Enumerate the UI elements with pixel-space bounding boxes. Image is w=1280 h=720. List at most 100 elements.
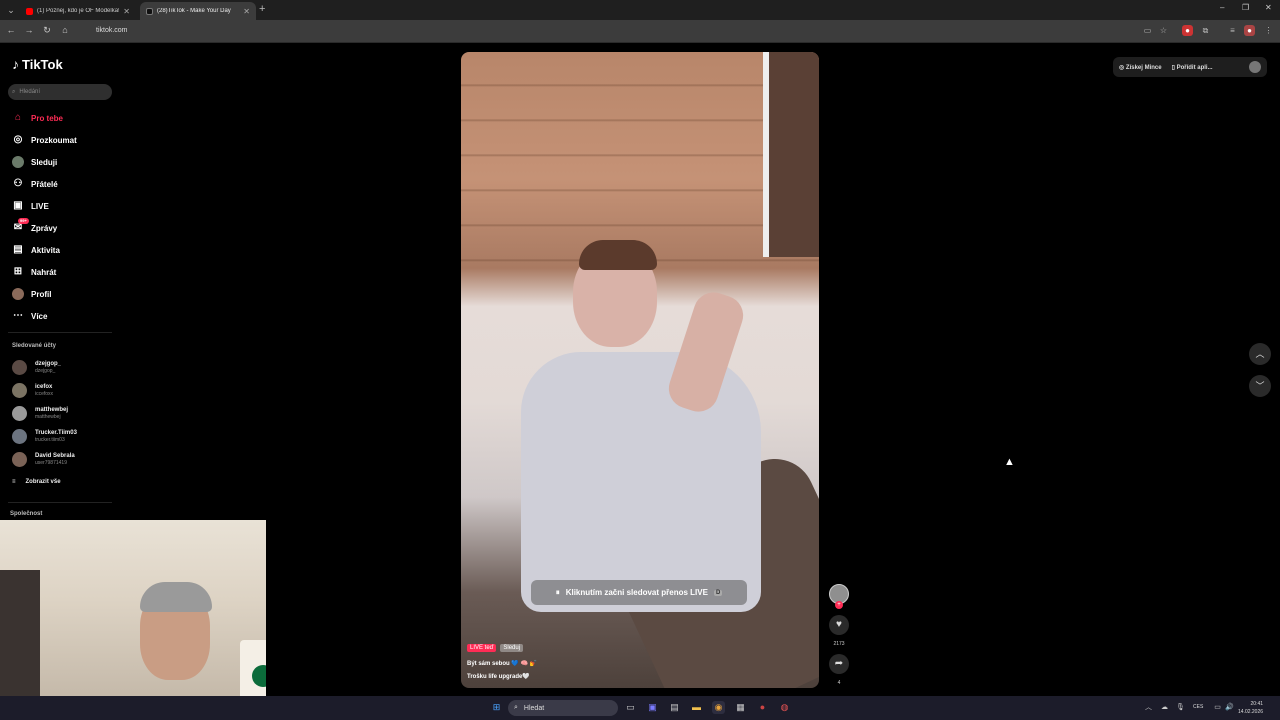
next-video-chevron-down-icon[interactable]: ﹀ xyxy=(1249,375,1271,397)
tab-title: (1) Poznej, kdo je OF Modelka! xyxy=(37,8,120,14)
watch-live-button[interactable]: ⏸ Kliknutím začni sledovat přenos LIVE D xyxy=(531,580,747,605)
tab-search-menu-icon[interactable]: ⌄ xyxy=(4,3,18,17)
like-heart-icon[interactable]: ♥ xyxy=(829,615,849,635)
restore-icon[interactable]: ❐ xyxy=(1242,3,1249,12)
nav-item-live[interactable]: ▣ LIVE xyxy=(12,199,49,213)
close-window-icon[interactable]: ✕ xyxy=(1265,3,1272,12)
clock-date: 14.02.2026 xyxy=(1238,709,1264,715)
show-all-label: Zobrazit vše xyxy=(25,479,61,485)
nav-label: Pro tebe xyxy=(31,113,64,123)
following-avatar-icon xyxy=(12,156,24,168)
nav-label: Nahrát xyxy=(31,267,57,277)
webcam-beanie xyxy=(140,582,212,612)
live-cta-label: Kliknutím začni sledovat přenos LIVE xyxy=(565,588,708,597)
capture-icon[interactable]: ▦ xyxy=(734,701,747,714)
get-app-button[interactable]: ▯ Pořídit apli... xyxy=(1172,64,1213,71)
cast-icon[interactable]: ▭ xyxy=(1142,25,1153,36)
nav-item-zpravy[interactable]: ✉ 99+ Zprávy xyxy=(12,218,57,235)
avatar xyxy=(12,452,27,467)
compass-icon: ◎ xyxy=(13,134,23,145)
user-avatar[interactable] xyxy=(1249,61,1261,73)
tray-chevron-up-icon[interactable]: ︿ xyxy=(1142,701,1155,714)
store-icon[interactable]: ▤ xyxy=(668,701,681,714)
tab-title: (28)TikTok - Make Your Day xyxy=(157,8,231,14)
video-player[interactable]: ⏸ Kliknutím začni sledovat přenos LIVE D… xyxy=(461,52,819,688)
webcam-overlay xyxy=(0,520,266,720)
search-icon: ⌕ xyxy=(12,88,16,95)
nav-item-vice[interactable]: ⋯ Více xyxy=(12,309,47,323)
browser-menu-icon[interactable]: ⋮ xyxy=(1263,25,1274,36)
followed-account[interactable]: Trucker.Tiim03 trucker.tiim03 xyxy=(12,429,77,444)
microphone-icon[interactable]: 🎙 xyxy=(1174,701,1187,714)
reload-icon[interactable]: ↻ xyxy=(41,25,53,36)
new-tab-icon[interactable]: + xyxy=(259,3,265,15)
video-frame-hair xyxy=(579,240,657,270)
follow-badge[interactable]: Sleduj xyxy=(500,644,524,652)
nav-item-pratele[interactable]: ⚇ Přátelé xyxy=(12,177,58,191)
tray-app-icon[interactable]: ☁ xyxy=(1158,701,1171,714)
extensions-puzzle-icon[interactable]: ⧉ xyxy=(1200,25,1211,36)
file-explorer-icon[interactable]: ▬ xyxy=(690,701,703,714)
followed-account[interactable]: David Sebrala user79871419 xyxy=(12,452,75,467)
home-icon[interactable]: ⌂ xyxy=(59,25,71,35)
nav-item-profil[interactable]: Profil xyxy=(12,287,51,301)
minimize-icon[interactable]: – xyxy=(1220,3,1224,12)
close-tab-icon[interactable]: ✕ xyxy=(243,7,250,16)
account-handle: trucker.tiim03 xyxy=(35,437,65,443)
obs-icon[interactable]: ◍ xyxy=(778,701,791,714)
back-icon[interactable]: ← xyxy=(5,25,17,35)
live-now-badge[interactable]: LIVE teď xyxy=(467,644,497,652)
followed-account[interactable]: icefox iccefoxx xyxy=(12,383,53,398)
tiktok-logo[interactable]: ♪ TikTok xyxy=(12,56,63,72)
reading-list-icon[interactable]: ≡ xyxy=(1227,25,1238,36)
messages-badge: 99+ xyxy=(18,218,29,224)
nav-item-nahrat[interactable]: ⊞ Nahrát xyxy=(12,265,57,279)
address-bar[interactable]: tiktok.com xyxy=(84,23,1134,39)
chrome-icon[interactable]: ◉ xyxy=(712,701,725,714)
close-tab-icon[interactable]: ✕ xyxy=(123,7,130,16)
profile-icon[interactable]: ● xyxy=(1244,25,1255,36)
windows-start-icon[interactable]: ⊞ xyxy=(490,701,503,714)
followed-account[interactable]: dzejgop_ dzejgop_ xyxy=(12,360,61,375)
volume-icon[interactable]: 🔊 xyxy=(1223,701,1236,714)
previous-video-chevron-up-icon[interactable]: ︿ xyxy=(1249,343,1271,365)
account-handle: dzejgop_ xyxy=(35,368,56,374)
browser-tab-1[interactable]: (1) Poznej, kdo je OF Modelka! ✕ xyxy=(20,2,136,20)
get-coins-button[interactable]: ◎ Získej Mince xyxy=(1119,64,1162,71)
avatar xyxy=(12,360,27,375)
forward-icon[interactable]: → xyxy=(23,25,35,35)
extension-icon[interactable]: ● xyxy=(1182,25,1193,36)
keyboard-language[interactable]: CES xyxy=(1193,704,1203,710)
search-input[interactable]: ⌕ Hledání xyxy=(8,84,112,100)
video-caption-line2: Trošku life upgrade🤍 xyxy=(467,674,530,680)
avatar xyxy=(12,383,27,398)
get-coins-label: Získej Mince xyxy=(1125,64,1162,71)
browser-tabbar: ⌄ (1) Poznej, kdo je OF Modelka! ✕ (28)T… xyxy=(0,0,1280,20)
followed-account[interactable]: matthewbej matthewbej xyxy=(12,406,68,421)
youtube-favicon-icon xyxy=(26,7,33,15)
like-count: 2173 xyxy=(833,641,845,647)
account-name: Trucker.Tiim03 xyxy=(35,430,77,436)
nav-label: Profil xyxy=(31,289,52,299)
taskbar-search[interactable]: ⌕ Hledat xyxy=(508,700,618,716)
pause-icon: ⏸ xyxy=(555,587,560,597)
taskbar-clock[interactable]: 20:41 14.02.2026 xyxy=(1238,700,1263,716)
nav-item-pro-tebe[interactable]: ⌂ Pro tebe xyxy=(12,111,63,125)
bookmark-star-icon[interactable]: ☆ xyxy=(1158,25,1169,36)
nav-label: Aktivita xyxy=(31,245,60,255)
video-caption-line1: Být sám sebou 💙 🧠 💅 xyxy=(467,661,538,667)
windows-taskbar: ⊞ ⌕ Hledat ▭ ▣ ▤ ▬ ◉ ▦ ● ◍ ︿ ☁ 🎙 CES ▭ 🔊… xyxy=(0,696,1280,720)
share-arrow-icon[interactable]: ➦ xyxy=(829,654,849,674)
show-all-button[interactable]: ≡ Zobrazit vše xyxy=(12,479,61,485)
nav-item-sleduji[interactable]: Sleduji xyxy=(12,155,57,169)
app-icon[interactable]: ● xyxy=(756,701,769,714)
video-frame-person xyxy=(521,352,761,612)
nav-item-aktivita[interactable]: ▤ Aktivita xyxy=(12,243,60,257)
live-tv-icon: ▣ xyxy=(13,200,23,211)
browser-tab-2[interactable]: (28)TikTok - Make Your Day ✕ xyxy=(140,2,256,20)
task-view-icon[interactable]: ▭ xyxy=(624,701,637,714)
nav-item-prozkoumat[interactable]: ◎ Prozkoumat xyxy=(12,133,77,147)
share-count: 4 xyxy=(837,680,841,686)
follow-plus-icon[interactable]: + xyxy=(835,601,843,609)
teams-icon[interactable]: ▣ xyxy=(646,701,659,714)
